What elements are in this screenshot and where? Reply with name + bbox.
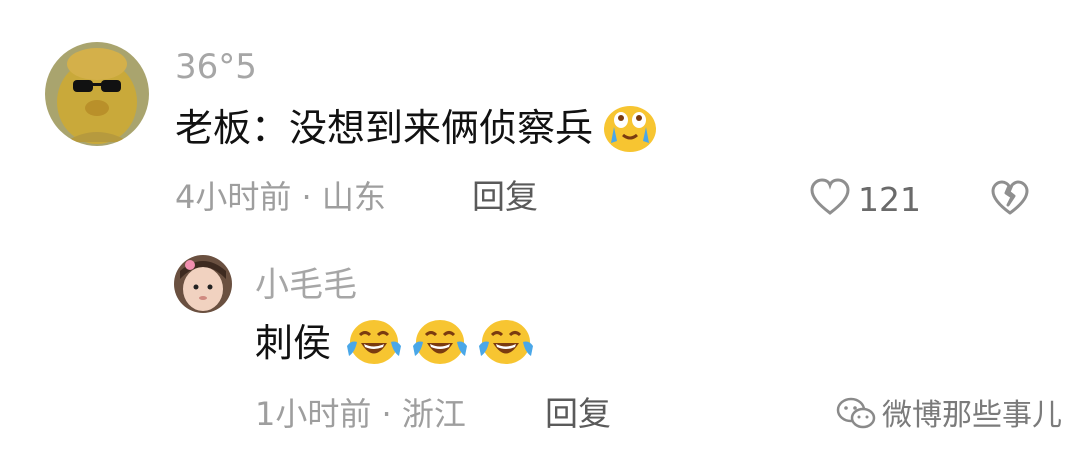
comment-username[interactable]: 36°5 xyxy=(175,50,257,84)
wechat-icon xyxy=(836,396,876,436)
comment-text: 老板：没想到来俩侦察兵 xyxy=(175,106,594,150)
avatar-xiaomaomao[interactable] xyxy=(174,255,232,313)
like-count: 121 xyxy=(858,179,921,219)
emoji-laugh-cry xyxy=(345,318,403,368)
watermark-text: 微博那些事儿 xyxy=(882,398,1062,433)
reply-time-location: 1小时前 · 浙江 xyxy=(255,395,466,433)
watermark: 微博那些事儿 xyxy=(836,396,1062,436)
reply-text: 刺侯 xyxy=(255,321,332,365)
heart-outline-icon xyxy=(808,177,852,221)
comment-text-row: 老板：没想到来俩侦察兵 xyxy=(175,103,659,153)
comment-time-location: 4小时前 · 山东 xyxy=(175,178,386,216)
emoji-crying-hopeful xyxy=(601,103,659,153)
reply-text-row: 刺侯 xyxy=(255,318,535,368)
like-button[interactable]: 121 xyxy=(808,177,921,221)
dislike-button[interactable] xyxy=(990,179,1030,221)
reply-reply-button[interactable]: 回复 xyxy=(545,397,611,430)
emoji-laugh-cry xyxy=(477,318,535,368)
emoji-laugh-cry xyxy=(411,318,469,368)
avatar-36-5[interactable] xyxy=(45,42,149,146)
reply-button[interactable]: 回复 xyxy=(472,180,538,213)
broken-heart-icon xyxy=(990,180,1030,221)
reply-username[interactable]: 小毛毛 xyxy=(255,268,357,302)
